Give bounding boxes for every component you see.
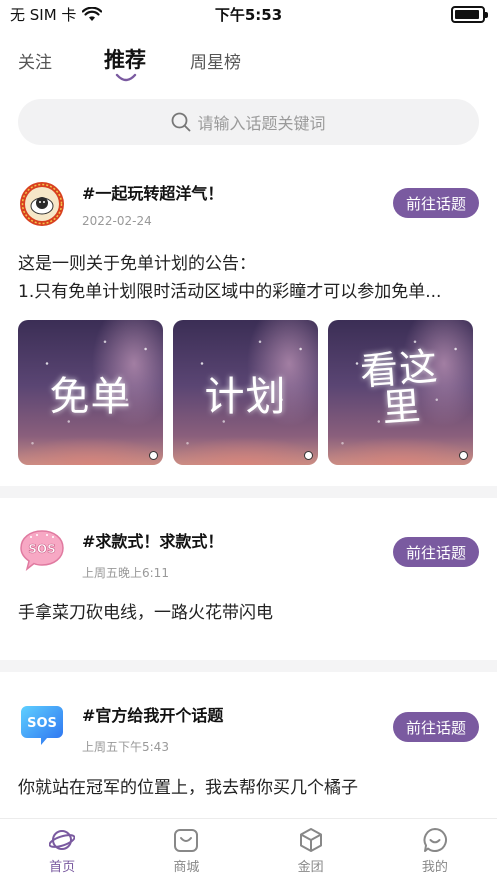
post-title: #求款式！求款式！ [82,532,224,551]
active-tab-indicator [115,73,137,82]
tab-weekly-star[interactable]: 周星榜 [190,48,241,73]
battery-icon [451,6,488,23]
nav-home-label: 首页 [49,860,76,875]
section-divider [0,486,497,498]
post-title: #一起玩转超洋气！ [82,184,224,203]
nav-group-label: 金团 [297,860,324,875]
shop-bag-icon [174,829,199,852]
post-body-line: 1.只有免单计划限时活动区域中的彩瞳才可以参加免单... [18,282,442,302]
sos-pink-bubble-icon: SOS [20,530,64,571]
search-placeholder: 请输入话题关键词 [197,114,326,133]
nav-shop[interactable]: 商城 [124,819,248,883]
nav-me-label: 我的 [421,860,448,875]
cube-icon [299,828,322,852]
smiley-bubble-icon [423,828,447,852]
post-image-row: 免单 计划 看这 里 [18,320,473,465]
nav-me[interactable]: 我的 [373,819,497,883]
status-time: 下午5:53 [214,6,283,24]
sheep-badge-icon [20,182,64,226]
goto-topic-button[interactable]: 前往话题 [393,537,479,567]
image-caption: 看这 里 [328,344,473,431]
goto-topic-button[interactable]: 前往话题 [393,188,479,218]
section-divider [0,660,497,672]
post-body: 手拿菜刀砍电线，一路火花带闪电 [18,603,273,623]
tab-follow[interactable]: 关注 [18,48,52,73]
status-bar: 无 SIM 卡 下午5:53 [0,0,497,30]
goto-topic-button[interactable]: 前往话题 [393,712,479,742]
top-tabs: 关注 推荐 周星榜 [0,40,497,90]
search-bar[interactable]: 请输入话题关键词 [18,99,479,145]
post-body: 你就站在冠军的位置上，我去帮你买几个橘子 [18,778,358,798]
post-image[interactable]: 计划 [173,320,318,465]
post-date: 2022-02-24 [82,214,152,228]
post-title: #官方给我开个话题 [82,706,224,725]
sos-blue-bubble-icon: SOS [21,706,63,745]
svg-text:SOS: SOS [28,542,56,556]
post-body-line: 这是一则关于免单计划的公告： [18,254,256,274]
svg-text:SOS: SOS [27,716,57,731]
watermark-icon [304,451,313,460]
post-image[interactable]: 免单 [18,320,163,465]
image-caption: 计划 [204,374,287,420]
post-date: 上周五下午5:43 [82,740,169,754]
post-card[interactable]: SOS #求款式！求款式！ 上周五晚上6:11 前往话题 手拿菜刀砍电线，一路火… [0,498,497,658]
search-icon [172,112,191,132]
watermark-icon [149,451,158,460]
planet-icon [49,830,76,850]
watermark-icon [459,451,468,460]
post-date: 上周五晚上6:11 [82,566,169,580]
nav-shop-label: 商城 [173,860,200,875]
post-image[interactable]: 看这 里 [328,320,473,465]
tab-recommend[interactable]: 推荐 [104,44,146,74]
nav-home[interactable]: 首页 [0,819,124,883]
post-card[interactable]: SOS #官方给我开个话题 上周五下午5:43 前往话题 你就站在冠军的位置上，… [0,672,497,818]
bottom-nav: 首页 商城 金团 我的 [0,818,497,883]
nav-group[interactable]: 金团 [249,819,373,883]
image-caption: 免单 [49,374,132,420]
